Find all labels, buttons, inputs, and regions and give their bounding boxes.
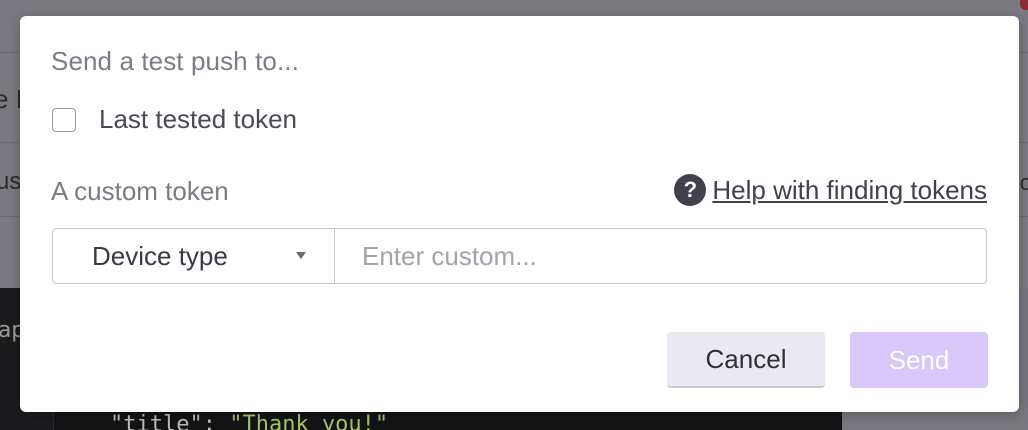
last-tested-token-checkbox[interactable]: [52, 107, 76, 132]
custom-token-label: A custom token: [51, 176, 229, 206]
device-type-select[interactable]: Device type: [52, 228, 335, 284]
cancel-button[interactable]: Cancel: [667, 332, 825, 388]
question-circle-icon[interactable]: ?: [674, 174, 707, 206]
custom-token-input[interactable]: [334, 228, 987, 284]
last-tested-token-label[interactable]: Last tested token: [99, 104, 297, 135]
custom-token-row: Device type: [52, 228, 987, 284]
test-push-modal: Send a test push to... Last tested token…: [20, 16, 1019, 412]
device-type-label: Device type: [92, 240, 228, 271]
background-text-fragment: us: [0, 168, 22, 195]
last-tested-token-option[interactable]: Last tested token: [52, 104, 297, 135]
send-button[interactable]: Send: [850, 332, 988, 388]
background-code-line: "title": "Thank you!": [110, 412, 388, 430]
help-finding-tokens-link[interactable]: ? Help with finding tokens: [674, 174, 987, 206]
code-key: "title":: [110, 412, 230, 430]
background-badge: [1020, 0, 1028, 10]
code-string: "Thank you!": [229, 412, 389, 430]
caret-down-icon: [296, 252, 306, 259]
help-link-text[interactable]: Help with finding tokens: [712, 175, 987, 206]
modal-title: Send a test push to...: [51, 46, 299, 76]
background-text-fragment: o: [1019, 170, 1028, 195]
